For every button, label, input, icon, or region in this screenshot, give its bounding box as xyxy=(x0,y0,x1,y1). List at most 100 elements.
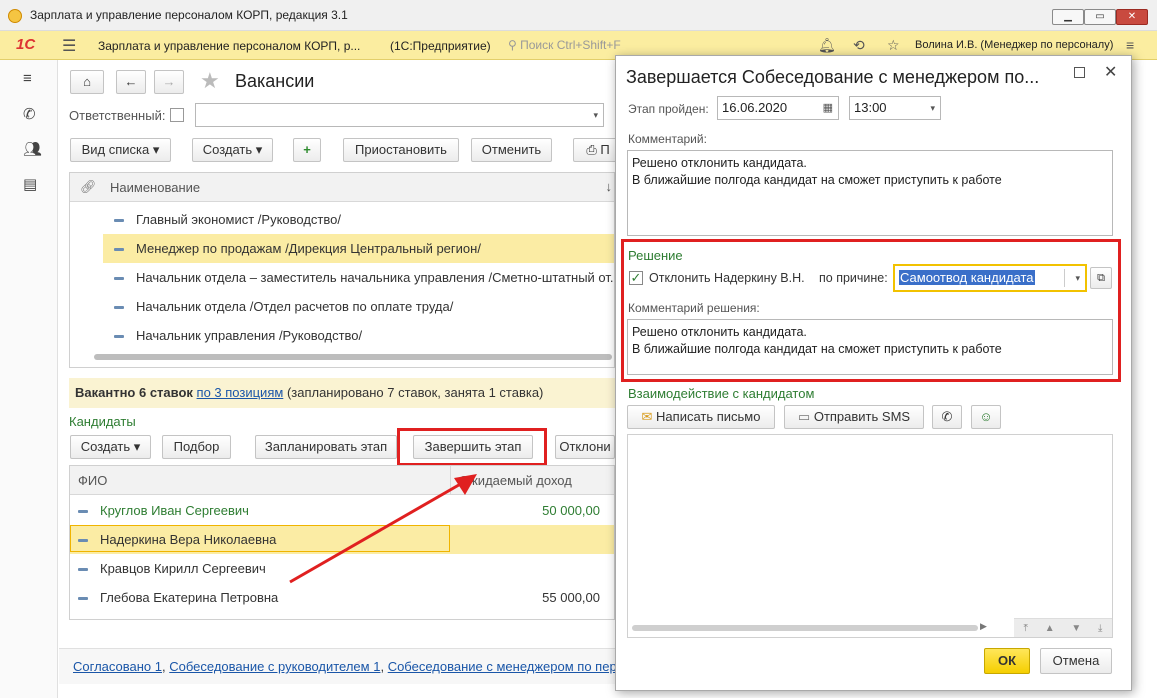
bell-icon[interactable]: 🔔︎ xyxy=(818,37,836,54)
interaction-section-title: Взаимодействие с кандидатом xyxy=(628,386,815,401)
responsible-label: Ответственный: xyxy=(69,108,166,123)
write-letter-button[interactable]: ✉ Написать письмо xyxy=(627,405,775,429)
comment-label: Комментарий: xyxy=(628,132,707,146)
stage-date-field[interactable]: 16.06.2020 ▦ xyxy=(717,96,839,120)
column-fio[interactable]: ФИО xyxy=(78,473,107,488)
create-candidate-button[interactable]: Создать ▾ xyxy=(70,435,151,459)
sms-icon: ▭ xyxy=(797,409,811,424)
envelope-icon: ✉ xyxy=(641,409,653,424)
decision-comment-textarea[interactable]: Решено отклонить кандидата. В ближайшие … xyxy=(627,319,1113,375)
close-window-button[interactable]: ✕ xyxy=(1116,9,1148,25)
responsible-field[interactable]: ▾ xyxy=(195,103,604,127)
1c-logo: 1С xyxy=(16,36,36,53)
stage-link-approved[interactable]: Согласовано 1 xyxy=(73,659,162,674)
menu-icon[interactable]: ☰ xyxy=(62,36,76,56)
item-marker-icon xyxy=(114,277,124,281)
vacancy-summary: Вакантно 6 ставок по 3 позициям (заплани… xyxy=(69,378,615,408)
dropdown-icon[interactable]: ▾ xyxy=(1075,266,1080,290)
back-button[interactable]: ← xyxy=(116,70,146,94)
phone-icon: ✆ xyxy=(941,409,953,424)
close-dialog-icon[interactable]: ✕ xyxy=(1104,62,1117,82)
search-input[interactable]: ⚲ Поиск Ctrl+Shift+F xyxy=(508,35,668,55)
window-title: Зарплата и управление персоналом КОРП, р… xyxy=(30,8,348,22)
table-row[interactable]: Главный экономист /Руководство/ xyxy=(70,205,614,234)
printer-icon: ⎙ xyxy=(586,142,601,157)
horizontal-scrollbar[interactable] xyxy=(632,625,978,631)
comment-textarea[interactable]: Решено отклонить кандидата. В ближайшие … xyxy=(627,150,1113,236)
call-button[interactable]: ✆ xyxy=(932,405,962,429)
stage-links-bar: Согласовано 1, Собеседование с руководит… xyxy=(59,648,615,684)
reject-label: Отклонить Надеркину В.Н. xyxy=(649,271,805,285)
sections-menu-icon[interactable]: ≡ xyxy=(23,70,32,87)
table-row[interactable]: Начальник отдела /Отдел расчетов по опла… xyxy=(70,292,614,321)
contacts-button[interactable]: ☺ xyxy=(971,405,1001,429)
ok-button[interactable]: ОК xyxy=(984,648,1030,674)
dialog-title: Завершается Собеседование с менеджером п… xyxy=(626,67,1040,87)
positions-link[interactable]: по 3 позициям xyxy=(197,385,284,400)
table-row[interactable]: Начальник отдела – заместитель начальник… xyxy=(70,263,614,292)
stage-link-interview-head[interactable]: Собеседование с руководителем 1 xyxy=(169,659,380,674)
suspend-button[interactable]: Приостановить xyxy=(343,138,459,162)
field-divider xyxy=(1064,269,1065,287)
decision-comment-label: Комментарий решения: xyxy=(628,301,760,315)
window-titlebar: Зарплата и управление персоналом КОРП, р… xyxy=(0,0,1157,31)
item-marker-icon xyxy=(114,219,124,223)
summary-bold: Вакантно 6 ставок xyxy=(75,385,193,400)
forward-button[interactable]: → xyxy=(154,70,184,94)
maximize-dialog-icon[interactable] xyxy=(1074,67,1085,78)
item-marker-icon xyxy=(78,597,88,601)
view-list-button[interactable]: Вид списка ▾ xyxy=(70,138,171,162)
page-title: Вакансии xyxy=(235,71,315,91)
search-icon: ⚲ xyxy=(508,38,521,52)
cancel-dialog-button[interactable]: Отмена xyxy=(1040,648,1112,674)
cancel-vacancy-button[interactable]: Отменить xyxy=(471,138,552,162)
app-title: Зарплата и управление персоналом КОРП, р… xyxy=(98,39,361,53)
list-navigation[interactable]: ⤒ ▲ ▼ ⤓ xyxy=(1014,618,1112,637)
horizontal-scrollbar[interactable] xyxy=(94,354,612,360)
stage-date-label: Этап пройден: xyxy=(628,102,709,116)
card-icon[interactable]: ▤ xyxy=(23,175,37,193)
table-row[interactable]: Начальник управления /Руководство/ xyxy=(70,321,614,350)
summary-rest: (запланировано 7 ставок, занята 1 ставка… xyxy=(286,385,544,400)
scroll-right-icon[interactable]: ▶ xyxy=(980,621,987,632)
home-icon: ⌂ xyxy=(83,74,91,89)
annotation-box xyxy=(397,428,547,466)
minimize-button[interactable]: ▁ xyxy=(1052,9,1084,25)
reject-checkbox[interactable]: ✓ xyxy=(629,271,643,285)
reject-button[interactable]: Отклони xyxy=(555,435,615,459)
column-name[interactable]: Наименование xyxy=(110,180,200,195)
star-icon[interactable]: ☆ xyxy=(887,37,900,54)
add-icon[interactable]: + xyxy=(293,138,321,162)
current-user[interactable]: Волина И.В. (Менеджер по персоналу) xyxy=(915,39,1113,51)
stage-time-field[interactable]: 13:00 ▾ xyxy=(849,96,941,120)
settings-menu-icon[interactable]: ≡ xyxy=(1126,37,1134,53)
finish-stage-dialog: Завершается Собеседование с менеджером п… xyxy=(615,55,1132,691)
history-icon[interactable]: ⟲ xyxy=(853,37,865,54)
stage-link-interview-manager[interactable]: Собеседование с менеджером по пер xyxy=(388,659,615,674)
select-button[interactable]: Подбор xyxy=(162,435,231,459)
dropdown-icon[interactable]: ▾ xyxy=(593,104,598,126)
app-type: (1С:Предприятие) xyxy=(390,39,491,53)
create-vacancy-button[interactable]: Создать ▾ xyxy=(192,138,273,162)
plan-stage-button[interactable]: Запланировать этап xyxy=(255,435,397,459)
home-button[interactable]: ⌂ xyxy=(70,70,104,94)
annotation-arrow xyxy=(289,474,477,584)
send-sms-button[interactable]: ▭ Отправить SMS xyxy=(784,405,924,429)
maximize-button[interactable]: ▭ xyxy=(1084,9,1116,25)
vacancies-table-header: 🔗︎ Наименование ↓ xyxy=(70,173,614,202)
arrow-right-icon: → xyxy=(162,74,176,89)
calendar-icon[interactable]: ▦ xyxy=(823,97,833,119)
item-marker-icon xyxy=(114,248,124,252)
favorite-star-icon[interactable]: ★ xyxy=(200,68,220,94)
table-row-selected[interactable]: Менеджер по продажам /Дирекция Центральн… xyxy=(103,234,614,263)
vacancies-table: 🔗︎ Наименование ↓ Главный экономист /Рук… xyxy=(69,172,615,368)
contact-icon: ☺ xyxy=(979,409,993,424)
users-icon[interactable]: 👥︎ xyxy=(23,140,42,158)
item-marker-icon xyxy=(78,510,88,514)
dropdown-icon[interactable]: ▾ xyxy=(930,97,935,119)
interactions-list[interactable]: ▶ ⤒ ▲ ▼ ⤓ xyxy=(627,434,1113,638)
reason-field[interactable]: Самоотвод кандидата ▾ xyxy=(893,264,1087,292)
responsible-checkbox[interactable] xyxy=(170,108,184,122)
open-reason-icon[interactable]: ⧉ xyxy=(1090,267,1112,289)
phone-icon[interactable]: ✆ xyxy=(23,105,36,123)
